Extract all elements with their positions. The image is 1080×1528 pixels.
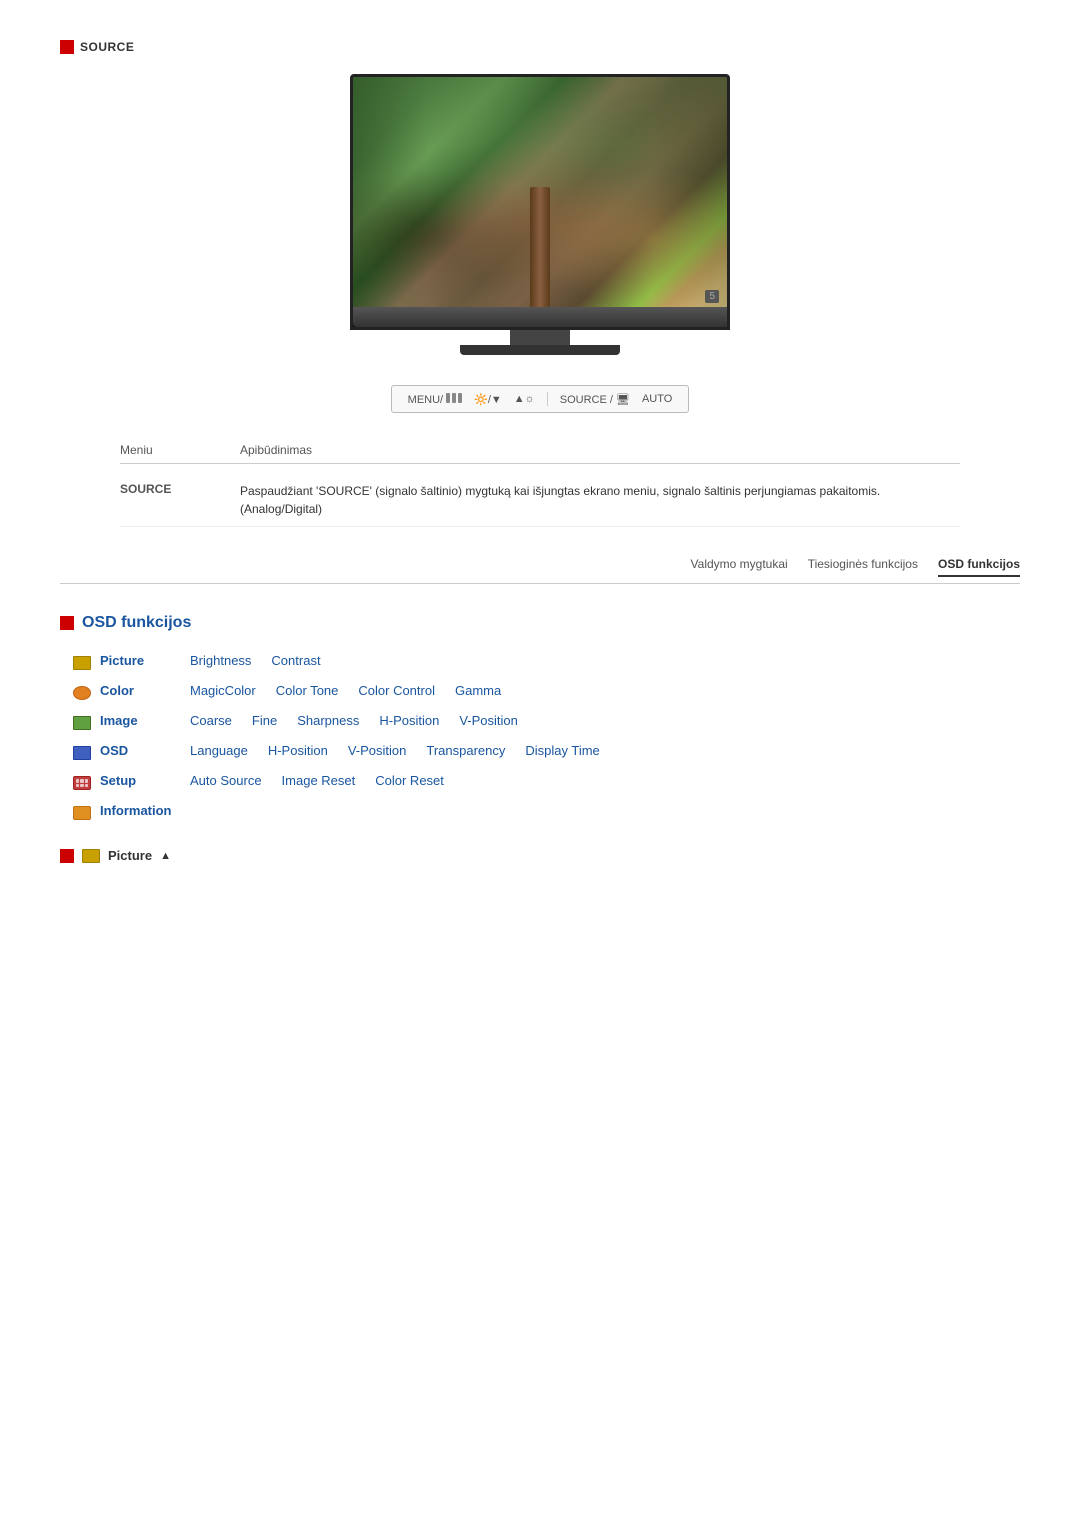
button-separator xyxy=(547,392,548,406)
osd-label[interactable]: OSD xyxy=(100,743,190,758)
tab-tiesioginės[interactable]: Tiesioginės funkcijos xyxy=(808,557,918,577)
sub-imagereset[interactable]: Image Reset xyxy=(282,773,356,788)
source-label: SOURCE xyxy=(80,40,134,54)
menu-button-label[interactable]: MENU/ xyxy=(408,393,463,406)
sub-gamma[interactable]: Gamma xyxy=(455,683,501,698)
sub-colorcontrol[interactable]: Color Control xyxy=(358,683,435,698)
monitor-screen: 5 xyxy=(353,77,727,307)
sub-fine[interactable]: Fine xyxy=(252,713,277,728)
sub-sharpness[interactable]: Sharpness xyxy=(297,713,359,728)
image-label[interactable]: Image xyxy=(100,713,190,728)
image-icon-shape xyxy=(73,716,91,730)
monitor-frame: 5 xyxy=(350,74,730,330)
osd-icon xyxy=(70,743,94,763)
information-label[interactable]: Information xyxy=(100,803,190,818)
menu-row-picture: Picture Brightness Contrast xyxy=(70,648,1020,678)
tree-trunk xyxy=(530,187,550,307)
footer-arrow: ▲ xyxy=(160,850,171,862)
setup-icon xyxy=(70,773,94,793)
table-col-menu-header: Meniu xyxy=(120,443,240,457)
brightness-button[interactable]: 🔆/▼ xyxy=(474,393,502,406)
sub-vposition-image[interactable]: V-Position xyxy=(459,713,518,728)
osd-section-title: OSD funkcijos xyxy=(82,614,191,632)
source-header: SOURCE xyxy=(60,40,1020,54)
table-row-source: SOURCE Paspaudžiant 'SOURCE' (signalo ša… xyxy=(120,474,960,527)
sub-magiccolor[interactable]: MagicColor xyxy=(190,683,256,698)
footer-picture-icon xyxy=(82,849,100,863)
sub-brightness[interactable]: Brightness xyxy=(190,653,251,668)
picture-icon xyxy=(70,653,94,673)
picture-label[interactable]: Picture xyxy=(100,653,190,668)
setup-sub-items: Auto Source Image Reset Color Reset xyxy=(190,773,444,788)
menu-row-image: Image Coarse Fine Sharpness H-Position V… xyxy=(70,708,1020,738)
osd-section: OSD funkcijos Picture Brightness Contras… xyxy=(60,614,1020,828)
tab-osd[interactable]: OSD funkcijos xyxy=(938,557,1020,577)
source-icon xyxy=(60,40,74,54)
footer-picture-label: Picture xyxy=(108,848,152,863)
auto-button[interactable]: AUTO xyxy=(642,393,672,405)
info-icon-shape xyxy=(73,806,91,820)
table-desc-source: Paspaudžiant 'SOURCE' (signalo šaltinio)… xyxy=(240,482,960,518)
color-icon xyxy=(70,683,94,703)
picture-sub-items: Brightness Contrast xyxy=(190,653,321,668)
nav-tabs: Valdymo mygtukai Tiesioginės funkcijos O… xyxy=(60,557,1020,584)
table-header-row: Meniu Apibūdinimas xyxy=(120,443,960,464)
menu-row-osd: OSD Language H-Position V-Position Trans… xyxy=(70,738,1020,768)
menu-row-color: Color MagicColor Color Tone Color Contro… xyxy=(70,678,1020,708)
sub-vposition-osd[interactable]: V-Position xyxy=(348,743,407,758)
sub-hposition-osd[interactable]: H-Position xyxy=(268,743,328,758)
menu-row-setup: Setup Auto Source Image Reset Color Rese… xyxy=(70,768,1020,798)
sub-language[interactable]: Language xyxy=(190,743,248,758)
osd-section-header: OSD funkcijos xyxy=(60,614,1020,632)
sub-colortone[interactable]: Color Tone xyxy=(276,683,339,698)
table-menu-source: SOURCE xyxy=(120,482,240,518)
picture-footer: Picture ▲ xyxy=(60,848,1020,863)
footer-red-icon xyxy=(60,849,74,863)
monitor-bottom xyxy=(353,307,730,327)
sub-transparency[interactable]: Transparency xyxy=(426,743,505,758)
sub-contrast[interactable]: Contrast xyxy=(271,653,320,668)
image-icon xyxy=(70,713,94,733)
monitor-container: 5 xyxy=(60,74,1020,355)
monitor-stand-neck xyxy=(510,330,570,345)
sub-coarse[interactable]: Coarse xyxy=(190,713,232,728)
sub-autosource[interactable]: Auto Source xyxy=(190,773,262,788)
menu-grid: Picture Brightness Contrast Color MagicC… xyxy=(70,648,1020,828)
sub-displaytime[interactable]: Display Time xyxy=(525,743,599,758)
menu-row-information: Information xyxy=(70,798,1020,828)
osd-sub-items: Language H-Position V-Position Transpare… xyxy=(190,743,600,758)
button-bar-container: MENU/ 🔆/▼ ▲☼ SOURCE / 🖥 AUTO xyxy=(60,385,1020,413)
sub-hposition-image[interactable]: H-Position xyxy=(379,713,439,728)
osd-section-icon xyxy=(60,616,74,630)
color-label[interactable]: Color xyxy=(100,683,190,698)
color-icon-shape xyxy=(73,686,91,700)
source-button[interactable]: SOURCE / 🖥 xyxy=(560,393,630,406)
setup-label[interactable]: Setup xyxy=(100,773,190,788)
image-sub-items: Coarse Fine Sharpness H-Position V-Posit… xyxy=(190,713,518,728)
osd-icon-shape xyxy=(73,746,91,760)
color-sub-items: MagicColor Color Tone Color Control Gamm… xyxy=(190,683,501,698)
setup-icon-shape xyxy=(73,776,91,790)
picture-icon-shape xyxy=(73,656,91,670)
table-section: Meniu Apibūdinimas SOURCE Paspaudžiant '… xyxy=(120,443,960,527)
button-bar: MENU/ 🔆/▼ ▲☼ SOURCE / 🖥 AUTO xyxy=(391,385,690,413)
monitor-number: 5 xyxy=(705,290,719,303)
up-arrow-button[interactable]: ▲☼ xyxy=(514,393,535,405)
sub-colorreset[interactable]: Color Reset xyxy=(375,773,444,788)
info-icon xyxy=(70,803,94,823)
table-col-desc-header: Apibūdinimas xyxy=(240,443,960,457)
monitor-stand-base xyxy=(460,345,620,355)
tab-valdymo[interactable]: Valdymo mygtukai xyxy=(691,557,788,577)
